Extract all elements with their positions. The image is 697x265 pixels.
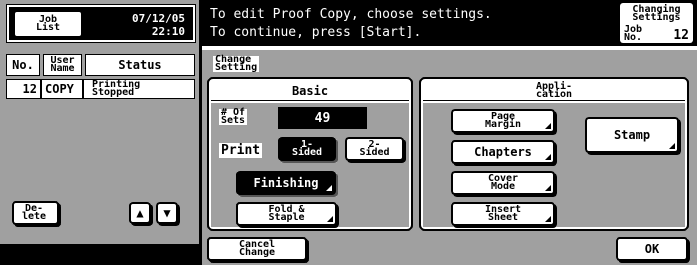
finishing-button[interactable]: Finishing xyxy=(236,171,336,195)
change-setting-area: Change Setting Basic # Of Sets 49 Print … xyxy=(202,50,697,265)
cover-mode-label: Cover Mode xyxy=(487,173,519,192)
stamp-label: Stamp xyxy=(613,127,651,142)
page-margin-label: Page Margin xyxy=(484,111,522,130)
scroll-down-button[interactable]: ▼ xyxy=(156,202,178,224)
arrow-up-icon: ▲ xyxy=(136,205,144,220)
ok-label: OK xyxy=(644,241,660,256)
left-footer-bar xyxy=(0,244,199,265)
date-label: 07/12/05 xyxy=(132,12,185,25)
submenu-indicator-icon xyxy=(545,185,551,191)
chapters-label: Chapters xyxy=(474,144,532,159)
basic-title: Basic xyxy=(211,81,409,101)
change-setting-heading: Change Setting xyxy=(213,54,260,73)
message-line-2: To continue, press [Start]. xyxy=(210,25,422,40)
message-line-1: To edit Proof Copy, choose settings. xyxy=(210,7,492,22)
cover-mode-button[interactable]: Cover Mode xyxy=(451,171,555,195)
one-sided-button[interactable]: 1- Sided xyxy=(278,137,336,161)
submenu-indicator-icon xyxy=(545,154,551,160)
badge-title: Changing Settings xyxy=(632,4,681,23)
scroll-up-button[interactable]: ▲ xyxy=(129,202,151,224)
two-sided-label: 2- Sided xyxy=(359,139,390,158)
sets-value[interactable]: 49 xyxy=(278,107,367,129)
column-header-no: No. xyxy=(6,54,40,76)
basic-panel: Basic # Of Sets 49 Print 1- Sided 2- Sid… xyxy=(207,77,413,231)
two-sided-button[interactable]: 2- Sided xyxy=(345,137,404,161)
application-title: Appli- cation xyxy=(423,81,685,101)
stamp-button[interactable]: Stamp xyxy=(585,117,679,153)
job-no-value: 12 xyxy=(673,28,689,43)
job-list-button[interactable]: Job List xyxy=(13,10,83,38)
time-label: 22:10 xyxy=(151,25,185,38)
fold-staple-label: Fold & Staple xyxy=(268,204,305,223)
submenu-indicator-icon xyxy=(327,216,333,222)
row-no: 12 xyxy=(6,79,41,99)
column-user-label: User Name xyxy=(50,55,75,74)
arrow-down-icon: ▼ xyxy=(163,205,171,220)
column-no-label: No. xyxy=(12,58,34,72)
row-status: Printing Stopped xyxy=(83,79,195,99)
column-header-status: Status xyxy=(85,54,195,76)
print-label: Print xyxy=(219,143,263,158)
insert-sheet-label: Insert Sheet xyxy=(484,204,522,223)
cancel-change-label: Cancel Change xyxy=(238,239,276,258)
cancel-change-button[interactable]: Cancel Change xyxy=(207,237,307,261)
column-status-label: Status xyxy=(118,58,162,72)
message-bar: To edit Proof Copy, choose settings. To … xyxy=(202,0,697,46)
delete-button[interactable]: De- lete xyxy=(12,201,59,225)
submenu-indicator-icon xyxy=(545,216,551,222)
job-no-label: Job No. xyxy=(624,24,643,43)
submenu-indicator-icon xyxy=(669,143,675,149)
chapters-button[interactable]: Chapters xyxy=(451,140,555,164)
job-list-header: Job List 07/12/05 22:10 xyxy=(6,4,196,43)
changing-settings-badge: Changing Settings Job No. 12 xyxy=(620,3,693,43)
job-panel: Job List 07/12/05 22:10 No. User Name St… xyxy=(0,0,199,265)
insert-sheet-button[interactable]: Insert Sheet xyxy=(451,202,555,226)
row-user: COPY xyxy=(41,79,83,99)
one-sided-label: 1- Sided xyxy=(291,139,323,158)
sets-label: # Of Sets xyxy=(219,107,248,126)
submenu-indicator-icon xyxy=(326,185,332,191)
finishing-label: Finishing xyxy=(253,175,319,190)
fold-staple-button[interactable]: Fold & Staple xyxy=(236,202,337,226)
column-header-user: User Name xyxy=(43,54,82,76)
application-panel: Appli- cation Page Margin Stamp Chapters… xyxy=(419,77,689,231)
submenu-indicator-icon xyxy=(545,123,551,129)
ok-button[interactable]: OK xyxy=(616,237,688,261)
page-margin-button[interactable]: Page Margin xyxy=(451,109,555,133)
